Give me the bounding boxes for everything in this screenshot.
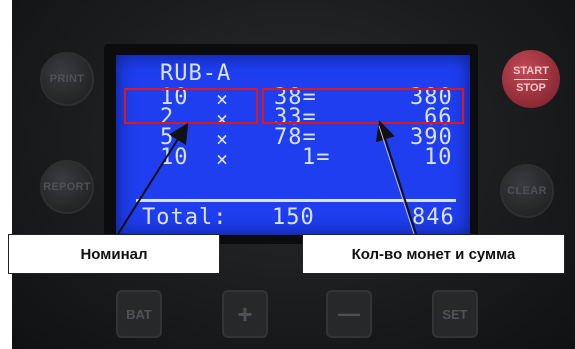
count-sum-label: Кол-во монет и сумма xyxy=(351,245,516,263)
right-arrow xyxy=(375,120,417,235)
set-button[interactable]: SET xyxy=(432,290,478,338)
annotation-arrows xyxy=(117,120,417,235)
left-arrow xyxy=(117,122,189,235)
plus-button[interactable]: + xyxy=(222,290,268,338)
bat-button[interactable]: BAT xyxy=(116,290,162,338)
denomination-label-box: Номинал xyxy=(8,234,220,274)
count-sum-label-box: Кол-во монет и сумма xyxy=(302,234,565,274)
minus-button[interactable]: — xyxy=(326,290,372,338)
minus-icon: — xyxy=(338,301,360,326)
denomination-label: Номинал xyxy=(80,245,148,263)
bat-button-label: BAT xyxy=(126,306,152,322)
set-button-label: SET xyxy=(442,306,468,322)
plus-icon: + xyxy=(237,298,253,329)
